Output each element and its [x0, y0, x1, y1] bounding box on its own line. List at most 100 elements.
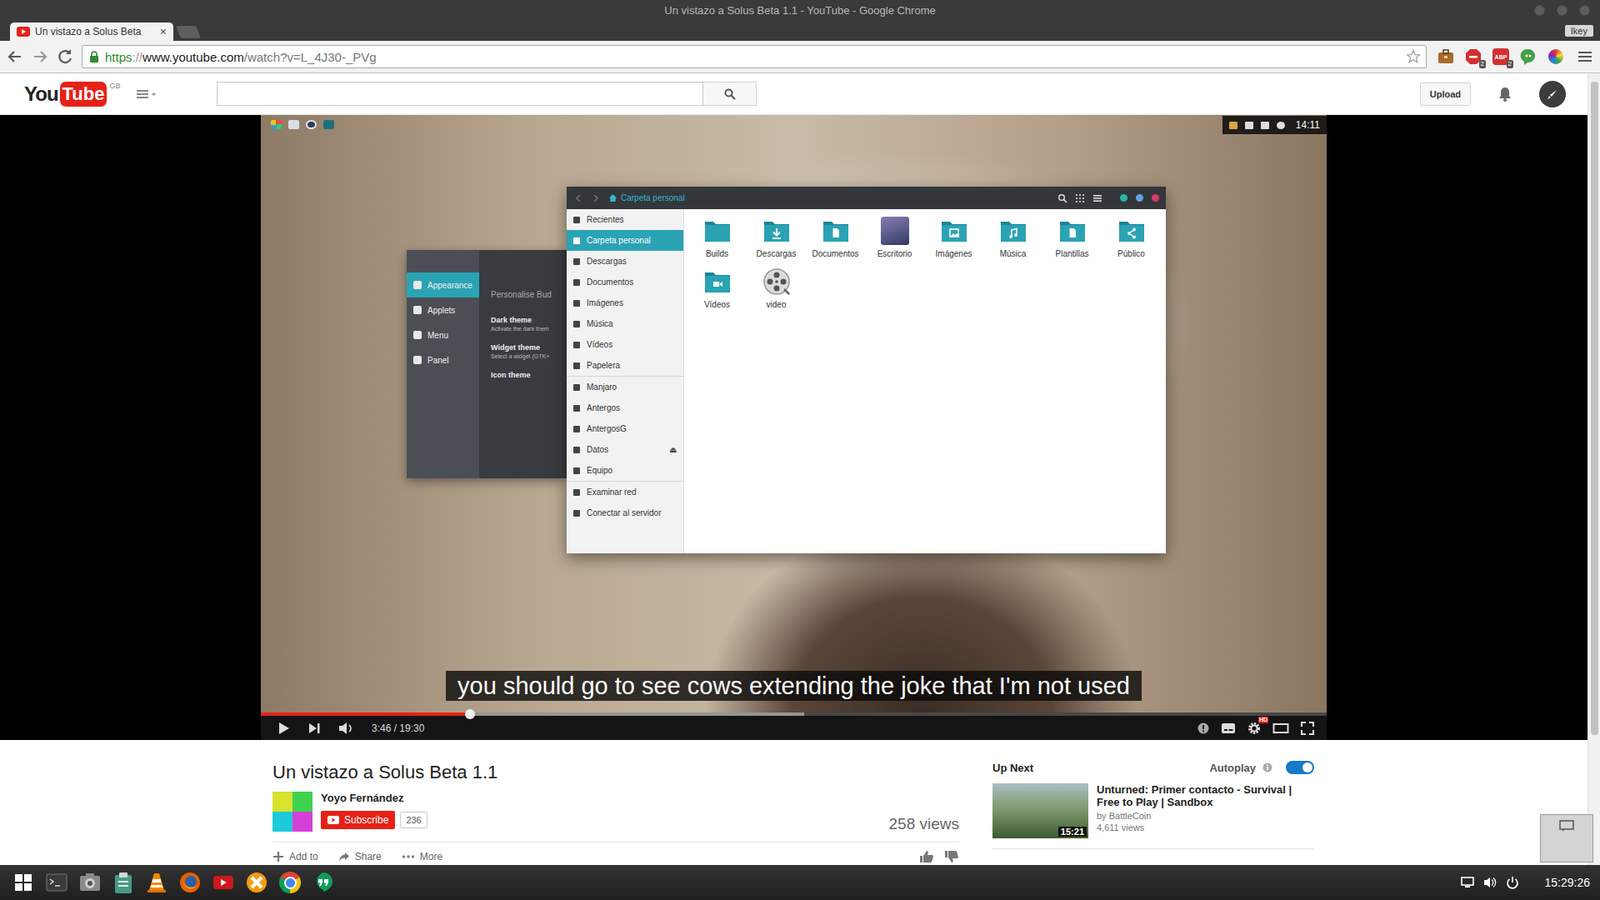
- sidebar-item[interactable]: Manjaro: [566, 376, 684, 398]
- taskbar-app[interactable]: [311, 870, 335, 895]
- tab-close-button[interactable]: ×: [160, 25, 167, 38]
- window-control-button[interactable]: [1151, 194, 1160, 202]
- thumbs-up-icon[interactable]: [919, 850, 935, 864]
- theater-mode-icon[interactable]: [1272, 722, 1290, 735]
- bell-icon[interactable]: [1497, 85, 1513, 103]
- youtube-logo[interactable]: YouTubeGB: [24, 81, 120, 107]
- floating-notification-widget[interactable]: [1540, 814, 1594, 863]
- taskbar-app[interactable]: [111, 870, 135, 895]
- sidebar-item[interactable]: Documentos: [566, 271, 684, 293]
- file-item[interactable]: Builds: [687, 215, 747, 263]
- power-icon[interactable]: [1505, 875, 1520, 890]
- settings-option[interactable]: Widget themeSelect a widget (GTK+: [490, 343, 562, 360]
- sidebar-item[interactable]: Vídeos: [566, 334, 684, 355]
- action-button[interactable]: More: [401, 850, 443, 863]
- search-button[interactable]: [703, 81, 757, 106]
- file-item[interactable]: Imágenes: [924, 215, 984, 263]
- taskbar-app[interactable]: [78, 870, 102, 895]
- taskbar-app[interactable]: [11, 870, 35, 895]
- file-item[interactable]: Descargas: [746, 215, 806, 263]
- taskbar-app[interactable]: [178, 870, 202, 895]
- annotations-icon[interactable]: [1196, 721, 1210, 735]
- progress-bar[interactable]: [260, 712, 1327, 716]
- file-item[interactable]: video: [746, 266, 806, 314]
- upload-button[interactable]: Upload: [1420, 82, 1471, 106]
- search-input[interactable]: [216, 81, 704, 106]
- volume-icon[interactable]: [337, 720, 355, 736]
- subtitles-icon[interactable]: [1220, 722, 1236, 735]
- address-bar[interactable]: https://www.youtube.com/watch?v=L_4J30-_…: [81, 45, 1427, 69]
- guide-menu-button[interactable]: [136, 88, 157, 100]
- settings-option[interactable]: Dark themeActivate the dark them: [490, 315, 562, 332]
- settings-nav-item[interactable]: Menu: [406, 322, 480, 348]
- settings-option[interactable]: Icon theme: [490, 370, 562, 380]
- next-icon[interactable]: [306, 720, 322, 736]
- forward-arrow-icon[interactable]: [30, 46, 50, 67]
- extension-button[interactable]: [1519, 47, 1538, 66]
- extension-button[interactable]: ABP2: [1491, 47, 1510, 66]
- sidebar-item[interactable]: Conectar al servidor: [566, 502, 684, 524]
- settings-button[interactable]: HD: [1246, 720, 1262, 736]
- up-next-video[interactable]: 15:21Unturned: Primer contacto - Surviva…: [992, 783, 1315, 850]
- file-item[interactable]: Público: [1101, 215, 1161, 263]
- scrollbar-thumb[interactable]: [1590, 81, 1599, 735]
- channel-name[interactable]: Yoyo Fernández: [320, 791, 428, 805]
- location-label[interactable]: Carpeta personal: [620, 193, 685, 203]
- sidebar-item[interactable]: Imágenes: [566, 292, 684, 314]
- bookmark-star-icon[interactable]: [1405, 49, 1421, 65]
- extension-button[interactable]: [1546, 47, 1565, 66]
- page-scrollbar[interactable]: [1587, 73, 1600, 865]
- window-control-button[interactable]: [1120, 194, 1128, 202]
- sidebar-item[interactable]: Antergos: [566, 397, 684, 419]
- menu-icon[interactable]: [1092, 193, 1103, 204]
- sidebar-item[interactable]: Recientes: [566, 209, 684, 230]
- taskbar-app[interactable]: [278, 870, 302, 895]
- settings-nav-item[interactable]: Applets: [406, 297, 480, 323]
- display-icon[interactable]: [1460, 875, 1475, 890]
- thumbs-down-icon[interactable]: [944, 850, 960, 864]
- extension-button[interactable]: 2: [1464, 47, 1483, 66]
- search-icon[interactable]: [1057, 193, 1068, 204]
- sidebar-item[interactable]: Música: [566, 313, 684, 335]
- taskbar-app[interactable]: [145, 870, 169, 895]
- reload-icon[interactable]: [55, 46, 75, 67]
- extension-button[interactable]: [1436, 47, 1455, 66]
- profile-button[interactable]: Ikey: [1565, 25, 1594, 37]
- file-item[interactable]: Vídeos: [687, 266, 747, 314]
- grid-view-icon[interactable]: [1075, 193, 1085, 204]
- file-item[interactable]: Plantillas: [1042, 215, 1102, 263]
- info-icon[interactable]: [1262, 762, 1273, 773]
- close-button[interactable]: [1579, 5, 1590, 16]
- sidebar-item[interactable]: Examinar red: [566, 481, 684, 503]
- eject-button[interactable]: ⏏: [669, 445, 677, 455]
- settings-nav-item[interactable]: Appearance: [406, 272, 480, 298]
- file-item[interactable]: Escritorio: [865, 215, 925, 263]
- taskbar-app[interactable]: [245, 870, 269, 895]
- sidebar-item[interactable]: AntergosG: [566, 418, 684, 440]
- account-avatar[interactable]: [1539, 80, 1566, 108]
- subscribe-button[interactable]: Subscribe: [320, 810, 395, 830]
- channel-avatar[interactable]: [272, 791, 313, 832]
- forward-chevron-icon[interactable]: [590, 193, 601, 204]
- new-tab-button[interactable]: [175, 25, 200, 39]
- maximize-button[interactable]: [1556, 5, 1568, 16]
- action-button[interactable]: Add to: [272, 850, 319, 863]
- file-item[interactable]: Música: [983, 215, 1043, 263]
- back-arrow-icon[interactable]: [5, 46, 25, 67]
- sidebar-item[interactable]: Descargas: [566, 250, 684, 272]
- volume-icon[interactable]: [1483, 875, 1497, 890]
- file-item[interactable]: Documentos: [805, 215, 865, 263]
- sidebar-item[interactable]: Papelera: [566, 355, 684, 376]
- autoplay-toggle[interactable]: [1285, 760, 1315, 775]
- settings-nav-item[interactable]: Panel: [406, 347, 480, 373]
- scrubber-handle[interactable]: [465, 709, 475, 720]
- play-icon[interactable]: [275, 720, 291, 736]
- action-button[interactable]: Share: [338, 850, 382, 863]
- window-control-button[interactable]: [1135, 194, 1144, 202]
- sidebar-item[interactable]: Equipo: [566, 460, 684, 481]
- fullscreen-icon[interactable]: [1300, 720, 1315, 736]
- chrome-menu-button[interactable]: [1575, 51, 1595, 62]
- taskbar-app[interactable]: [211, 870, 235, 895]
- sidebar-item[interactable]: Datos⏏: [566, 439, 684, 460]
- taskbar-app[interactable]: [45, 870, 69, 895]
